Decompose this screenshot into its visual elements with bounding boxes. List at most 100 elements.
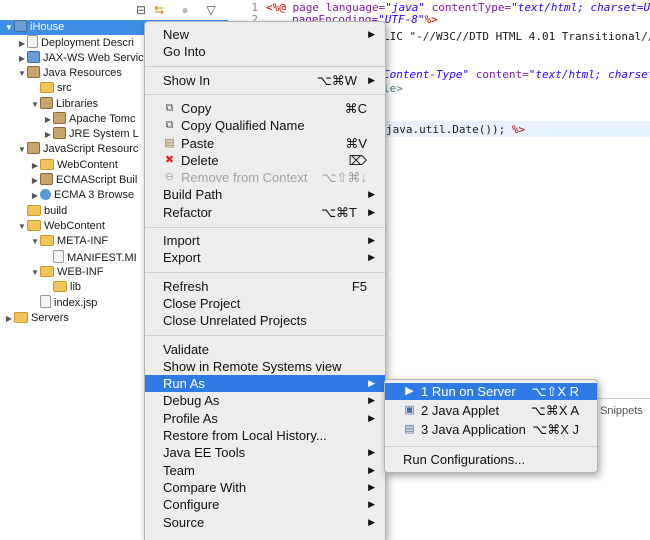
tree-item-label: Apache Tomc <box>69 112 136 125</box>
java-applet-icon: ▣ <box>404 404 415 417</box>
menu-item-2-java-applet[interactable]: ▣ 2 Java Applet ⌥⌘X A <box>385 402 597 419</box>
menu-item-label: Run Configurations... <box>403 451 526 467</box>
library-icon <box>40 173 53 185</box>
menu-item-export[interactable]: Export ▶ <box>145 249 385 266</box>
project-icon <box>14 20 27 32</box>
menu-separator <box>385 445 597 447</box>
submenu-arrow-icon: ▶ <box>368 29 375 39</box>
submenu-arrow-icon: ▶ <box>368 378 375 389</box>
expanded-arrow-icon[interactable]: ▼ <box>17 142 27 157</box>
tree-item-label: JRE System L <box>69 128 139 141</box>
expanded-arrow-icon[interactable]: ▼ <box>4 20 14 35</box>
shortcut-label: ⌦ <box>348 152 367 168</box>
menu-item-label: Show in Remote Systems view <box>163 358 342 374</box>
shortcut-label: ⌥⌘T <box>321 204 357 220</box>
menu-item-paste[interactable]: ▤ Paste ⌘V <box>145 135 385 152</box>
jsp-file-icon <box>40 295 51 309</box>
focus-icon[interactable]: ● <box>178 3 192 17</box>
menu-item-label: Configure <box>163 497 220 513</box>
link-with-editor-icon[interactable]: ⇆ <box>152 3 166 17</box>
menu-item-team[interactable]: Team ▶ <box>145 462 385 479</box>
expanded-arrow-icon[interactable]: ▼ <box>30 234 40 249</box>
expanded-arrow-icon[interactable]: ▼ <box>17 219 27 234</box>
tree-item-label: ECMA 3 Browse <box>54 189 135 202</box>
submenu-arrow-icon: ▶ <box>368 481 375 492</box>
menu-item-label: New <box>163 27 190 42</box>
expanded-arrow-icon[interactable]: ▼ <box>30 265 40 280</box>
menu-item-close-unrelated-projects[interactable]: Close Unrelated Projects <box>145 312 385 329</box>
collapsed-arrow-icon[interactable]: ▶ <box>30 173 40 188</box>
tab-snippets[interactable]: Snippets <box>600 405 643 417</box>
shortcut-label: ⌘V <box>345 135 367 151</box>
menu-item-copy[interactable]: ⧉ Copy ⌘C <box>145 100 385 117</box>
menu-item-run-configurations[interactable]: Run Configurations... <box>385 451 597 468</box>
code-token: LIC "-//W3C//DTD HTML 4.01 Transitional/… <box>383 30 650 43</box>
menu-item-copy-qualified-name[interactable]: ⧉ Copy Qualified Name <box>145 117 385 134</box>
menu-item-label: Run As <box>163 376 205 392</box>
submenu-arrow-icon: ▶ <box>368 412 375 423</box>
menu-item-show-in-remote-systems-view[interactable]: Show in Remote Systems view <box>145 358 385 375</box>
tree-item-label: index.jsp <box>54 297 98 310</box>
menu-separator <box>145 335 385 336</box>
menu-item-label: Java EE Tools <box>163 445 246 461</box>
expanded-arrow-icon[interactable]: ▼ <box>17 66 27 81</box>
menu-item-profile-as[interactable]: Profile As ▶ <box>145 410 385 427</box>
menu-item-refresh[interactable]: Refresh F5 <box>145 278 385 295</box>
menu-item-run-as[interactable]: Run As ▶ <box>145 375 385 393</box>
menu-item-restore-from-local-history[interactable]: Restore from Local History... <box>145 427 385 444</box>
menu-item-build-path[interactable]: Build Path ▶ <box>145 186 385 203</box>
collapsed-arrow-icon[interactable]: ▶ <box>4 311 14 326</box>
web-service-icon <box>27 50 40 63</box>
folder-icon <box>27 219 41 231</box>
menu-item-label: Team <box>163 462 195 478</box>
submenu-arrow-icon: ▶ <box>368 516 375 527</box>
submenu-arrow-icon: ▶ <box>368 74 375 85</box>
menu-item-source[interactable]: Source ▶ <box>145 514 385 531</box>
menu-item-label: 3 Java Application <box>421 422 526 438</box>
submenu-arrow-icon: ▶ <box>368 206 375 217</box>
source-folder-icon <box>40 82 54 94</box>
menu-item-delete[interactable]: ✖ Delete ⌦ <box>145 152 385 169</box>
collapse-all-icon[interactable]: ⊟ <box>134 3 148 17</box>
menu-item-3-java-application[interactable]: ▤ 3 Java Application ⌥⌘X J <box>385 421 597 438</box>
menu-item-import[interactable]: Import ▶ <box>145 232 385 249</box>
menu-item-configure[interactable]: Configure ▶ <box>145 496 385 513</box>
collapsed-arrow-icon[interactable]: ▶ <box>17 51 27 66</box>
menu-item-java-ee-tools[interactable]: Java EE Tools ▶ <box>145 444 385 461</box>
menu-item-new[interactable]: New ▶ <box>145 26 385 43</box>
folder-icon <box>40 235 54 247</box>
menu-item-compare-with[interactable]: Compare With ▶ <box>145 479 385 496</box>
collapsed-arrow-icon[interactable]: ▶ <box>30 188 40 203</box>
folder-icon <box>40 265 54 277</box>
delete-icon: ✖ <box>164 153 175 166</box>
menu-item-1-run-on-server[interactable]: ▶ 1 Run on Server ⌥⇧X R <box>385 383 597 400</box>
submenu-arrow-icon: ▶ <box>368 447 375 458</box>
tree-item-label: src <box>57 82 72 95</box>
menu-separator <box>145 66 385 68</box>
menu-item-validate[interactable]: Validate <box>145 341 385 358</box>
collapsed-arrow-icon[interactable]: ▶ <box>43 112 53 127</box>
menu-item-close-project[interactable]: Close Project <box>145 295 385 312</box>
menu-item-show-in[interactable]: Show In ⌥⌘W ▶ <box>145 72 385 89</box>
globe-icon <box>40 189 51 201</box>
webcontent-icon <box>40 158 54 170</box>
submenu-arrow-icon: ▶ <box>368 252 375 263</box>
collapsed-arrow-icon[interactable]: ▶ <box>17 36 27 51</box>
menu-item-debug-as[interactable]: Debug As ▶ <box>145 392 385 409</box>
menu-item-label: Compare With <box>163 479 247 495</box>
tree-item-label: WebContent <box>44 219 105 232</box>
menu-item-label: Copy <box>181 100 212 116</box>
collapsed-arrow-icon[interactable]: ▶ <box>30 158 40 173</box>
collapsed-arrow-icon[interactable]: ▶ <box>43 127 53 142</box>
view-menu-icon[interactable]: ▽ <box>204 3 218 17</box>
menu-item-go-into[interactable]: Go Into <box>145 43 385 60</box>
shortcut-label: ⌥⇧X R <box>531 384 579 399</box>
tree-item-label: JavaScript Resourc <box>43 143 139 156</box>
code-token: java.util.Date()); <box>386 123 512 136</box>
expanded-arrow-icon[interactable]: ▼ <box>30 97 40 112</box>
submenu-arrow-icon: ▶ <box>368 395 375 406</box>
file-icon <box>53 249 64 263</box>
menu-item-refactor[interactable]: Refactor ⌥⌘T ▶ <box>145 204 385 221</box>
tree-item-label: iHouse <box>30 21 65 33</box>
paste-icon: ▤ <box>164 136 175 149</box>
